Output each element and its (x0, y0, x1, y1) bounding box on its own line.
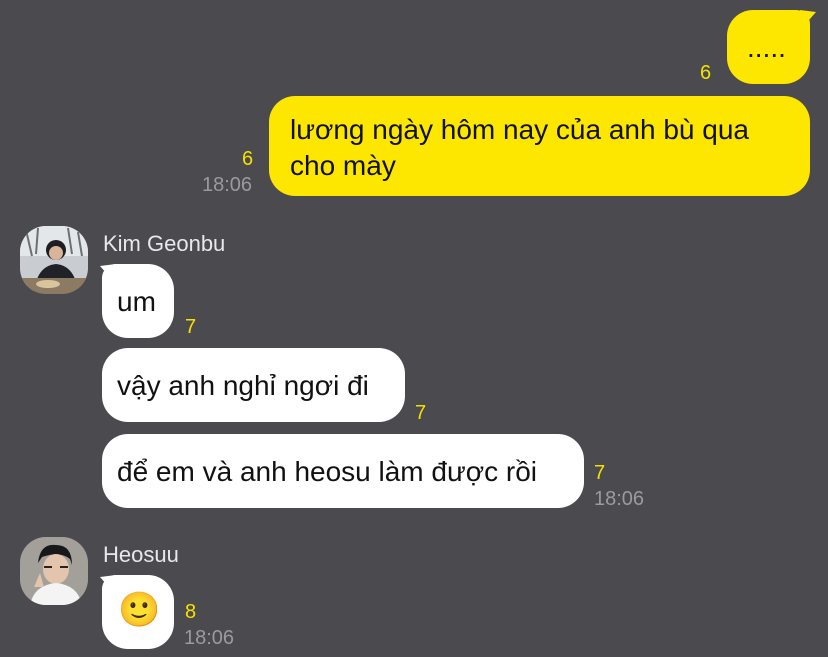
unread-count: 6 (242, 148, 254, 170)
unread-count: 7 (415, 402, 427, 424)
avatar[interactable] (20, 537, 88, 605)
message-timestamp: 18:06 (202, 174, 253, 196)
message-text-line: lương ngày hôm nay của anh bù qua (290, 114, 749, 145)
profile-photo-icon (20, 537, 88, 605)
profile-photo-icon (20, 226, 88, 294)
unread-count: 8 (185, 601, 197, 623)
message-text: um (117, 286, 156, 317)
emoji: 🙂 (118, 591, 161, 629)
incoming-message-bubble[interactable]: 🙂 (102, 575, 174, 649)
incoming-message-bubble[interactable]: vậy anh nghỉ ngơi đi (102, 348, 405, 422)
outgoing-message-bubble[interactable]: lương ngày hôm nay của anh bù qua cho mà… (269, 96, 810, 196)
sender-name: Heosuu (103, 542, 179, 567)
avatar[interactable] (20, 226, 88, 294)
incoming-message-bubble[interactable]: để em và anh heosu làm được rồi (102, 434, 584, 508)
message-text: vậy anh nghỉ ngơi đi (117, 370, 369, 401)
message-text-line: cho mày (290, 150, 396, 181)
bubble-tail-icon (800, 10, 816, 28)
sender-name: Kim Geonbu (103, 231, 226, 256)
unread-count: 7 (594, 462, 606, 484)
message-text: để em và anh heosu làm được rồi (117, 456, 537, 487)
outgoing-message-bubble[interactable]: ..... (727, 10, 810, 84)
message-timestamp: 18:06 (184, 627, 235, 649)
unread-count: 7 (185, 316, 197, 338)
unread-count: 6 (700, 62, 712, 84)
incoming-message-bubble[interactable]: um (102, 264, 174, 338)
message-timestamp: 18:06 (594, 488, 645, 510)
message-text: ..... (747, 32, 786, 63)
